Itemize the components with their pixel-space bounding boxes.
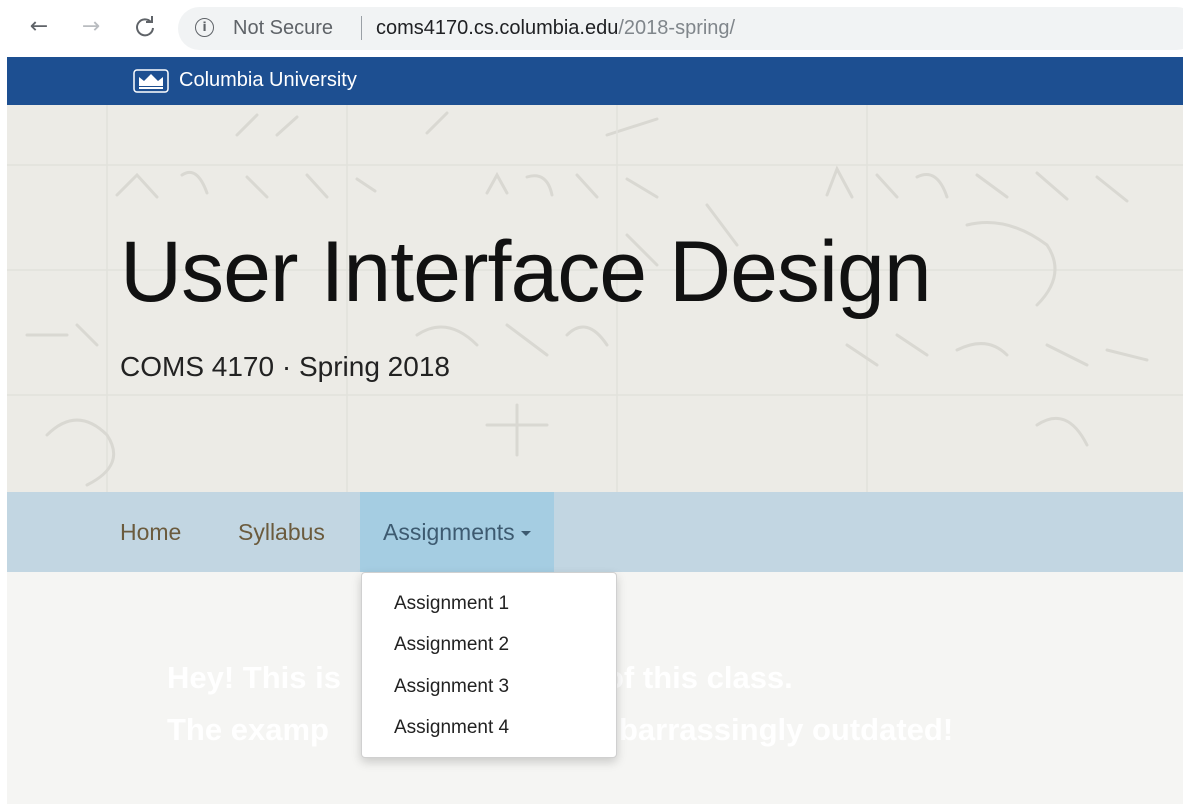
dropdown-item-assignment-4[interactable]: Assignment 4 <box>394 717 509 739</box>
page-title: User Interface Design <box>120 224 932 320</box>
banner-line-1-left: Hey! This is <box>167 660 341 695</box>
banner-line-2-left: The examp <box>167 712 329 747</box>
info-icon[interactable]: i <box>195 18 214 37</box>
address-divider <box>361 16 362 40</box>
address-bar[interactable]: i Not Secure coms4170.cs.columbia.edu/20… <box>178 7 1183 50</box>
assignments-dropdown: Assignment 1 Assignment 2 Assignment 3 A… <box>361 572 617 758</box>
forward-arrow-icon[interactable]: → <box>78 14 104 40</box>
url-host: coms4170.cs.columbia.edu <box>376 17 619 39</box>
caret-down-icon <box>520 531 531 537</box>
university-name[interactable]: Columbia University <box>179 69 357 92</box>
browser-toolbar: ← → i Not Secure coms4170.cs.columbia.ed… <box>0 0 1183 57</box>
banner-line-1-right: of this class. <box>605 660 793 695</box>
banner-line-2-right: barrassingly outdated! <box>619 712 954 747</box>
dropdown-item-assignment-2[interactable]: Assignment 2 <box>394 634 509 656</box>
hero-banner: User Interface Design COMS 4170 · Spring… <box>7 105 1183 492</box>
course-subtitle: COMS 4170 · Spring 2018 <box>120 351 450 382</box>
nav-assignments[interactable]: Assignments <box>360 492 554 572</box>
url-path: /2018-spring/ <box>618 17 736 39</box>
reload-glyph <box>136 16 154 37</box>
dropdown-item-assignment-3[interactable]: Assignment 3 <box>394 676 509 698</box>
crown-icon[interactable] <box>133 69 169 93</box>
dropdown-item-assignment-1[interactable]: Assignment 1 <box>394 593 509 615</box>
nav-home[interactable]: Home <box>120 492 181 572</box>
back-arrow-icon[interactable]: ← <box>26 14 52 40</box>
url-text[interactable]: coms4170.cs.columbia.edu/2018-spring/ <box>376 17 735 40</box>
course-navbar: Home Syllabus Assignments <box>7 492 1183 572</box>
university-bar: Columbia University <box>7 57 1183 105</box>
reload-icon[interactable] <box>132 14 158 40</box>
nav-syllabus[interactable]: Syllabus <box>238 492 325 572</box>
nav-assignments-label: Assignments <box>383 519 515 545</box>
security-status[interactable]: Not Secure <box>233 17 333 40</box>
